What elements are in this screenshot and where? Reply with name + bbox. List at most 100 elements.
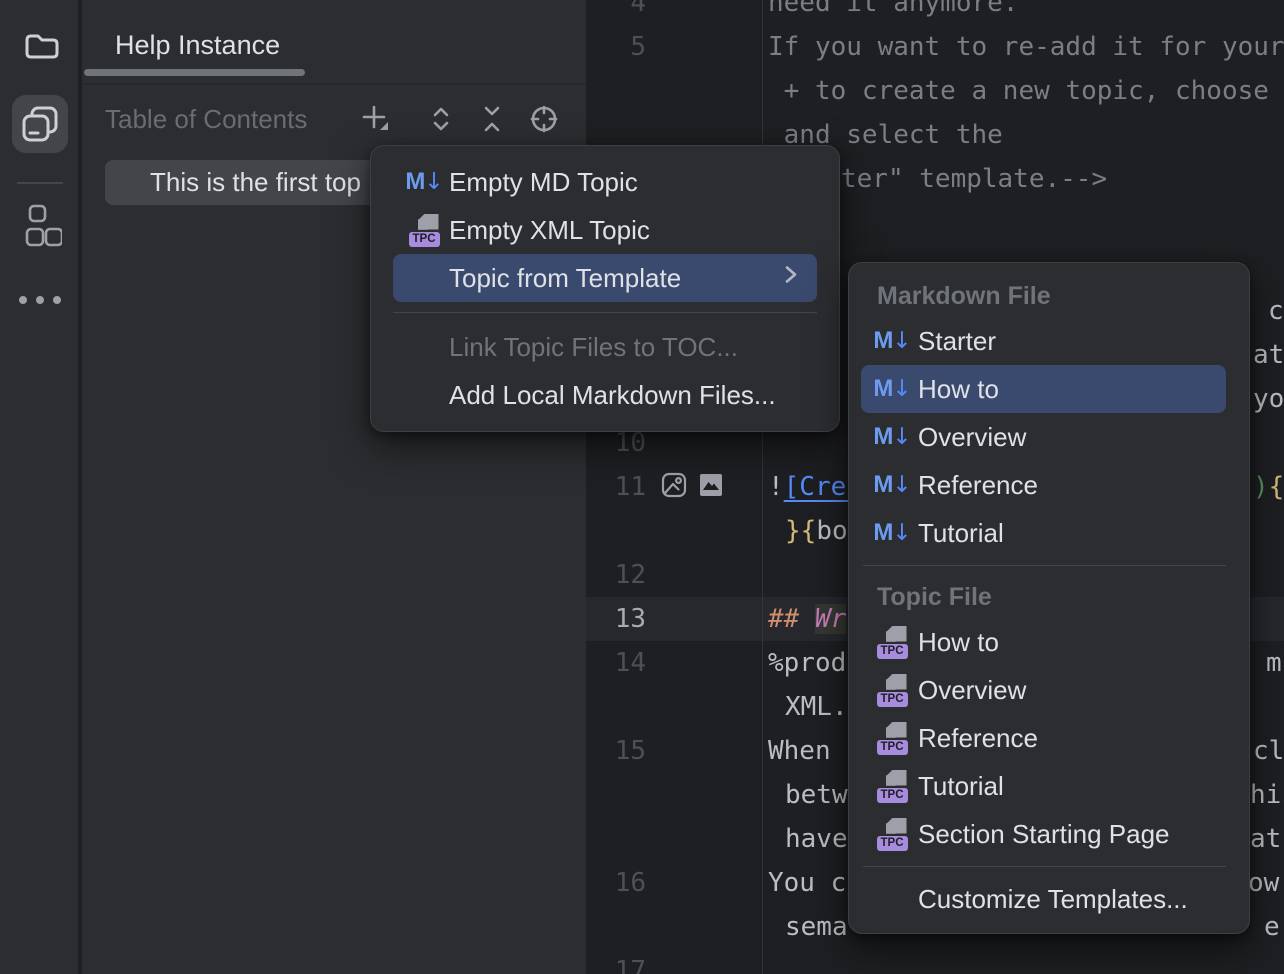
code-text: at <box>1250 817 1281 861</box>
line-number: 15 <box>586 729 646 773</box>
topic-file-icon: TPC <box>877 674 908 707</box>
menu-item-link-topic-files-to-toc[interactable]: Link Topic Files to TOC... <box>393 323 817 371</box>
code-text: have <box>785 817 848 861</box>
menu-item-reference[interactable]: M↓ Reference <box>861 461 1226 509</box>
project-folder-button[interactable] <box>0 26 80 71</box>
file-type-icon: TPC <box>875 722 909 755</box>
instances-icon <box>16 100 64 153</box>
menu-item-reference[interactable]: TPC Reference <box>861 714 1226 762</box>
header-divider <box>82 83 586 85</box>
submenu-arrow-icon <box>783 262 799 295</box>
menu-item-section-starting-page[interactable]: TPC Section Starting Page <box>861 810 1226 858</box>
topic-from-template-submenu: Markdown File M↓ Starter M↓ How to M↓ Ov… <box>848 262 1250 934</box>
code-text: If you want to re-add it for your <box>768 25 1284 69</box>
menu-item-how-to[interactable]: TPC How to <box>861 618 1226 666</box>
code-text: ter" template.--> <box>841 157 1107 201</box>
menu-separator <box>393 312 817 313</box>
markdown-file-icon: M↓ <box>873 471 910 499</box>
code-text: cl <box>1253 729 1284 773</box>
more-tool-windows-button[interactable] <box>0 296 80 304</box>
line-number: 16 <box>586 861 646 905</box>
more-dots-icon <box>19 296 61 304</box>
markdown-file-icon: M↓ <box>873 423 910 451</box>
file-type-icon: M↓ <box>875 519 909 547</box>
instances-tool-button[interactable] <box>0 100 80 153</box>
code-text: ){ <box>1253 465 1284 509</box>
menu-item-topic-from-template[interactable]: Topic from Template <box>393 254 817 302</box>
add-topic-button[interactable] <box>358 103 394 139</box>
expand-all-button[interactable] <box>423 103 459 139</box>
image-filled-icon[interactable] <box>700 474 722 501</box>
markdown-file-icon: M↓ <box>405 168 442 196</box>
code-text: betw <box>785 773 848 817</box>
locate-button[interactable] <box>526 103 562 139</box>
markdown-file-icon: M↓ <box>873 327 910 355</box>
code-text: need it anymore. <box>768 0 1018 25</box>
menu-separator <box>863 565 1226 566</box>
code-text: his <box>1250 773 1284 817</box>
ide-window: Help Instance Table of Contents <box>0 0 1284 974</box>
collapse-chevrons-icon <box>477 104 507 139</box>
line11-gutter-icons <box>661 472 722 503</box>
code-text: + to create a new topic, choose <box>768 69 1284 113</box>
markdown-file-icon: M↓ <box>873 375 910 403</box>
code-text: When <box>768 729 846 773</box>
submenu-section-header: Markdown File <box>849 273 1249 317</box>
code-text: at <box>1253 333 1284 377</box>
menu-item-empty-xml-topic[interactable]: TPC Empty XML Topic <box>393 206 817 254</box>
menu-item-how-to[interactable]: M↓ How to <box>861 365 1226 413</box>
file-type-icon: M↓ <box>875 327 909 355</box>
code-text: ## Wr <box>768 597 846 641</box>
code-text: you <box>1253 377 1284 421</box>
topic-file-icon: TPC <box>877 626 908 659</box>
topic-file-icon: TPC <box>877 722 908 755</box>
toc-tree-item[interactable]: This is the first top <box>105 160 387 205</box>
menu-item-empty-md-topic[interactable]: M↓ Empty MD Topic <box>393 158 817 206</box>
toc-panel-label: Table of Contents <box>105 104 307 135</box>
line-number: 12 <box>586 553 646 597</box>
code-text: m <box>1266 641 1282 685</box>
image-outline-icon[interactable] <box>661 472 687 503</box>
plus-dropdown-icon <box>359 102 393 141</box>
collapse-all-button[interactable] <box>474 103 510 139</box>
file-type-icon: TPC <box>407 214 441 247</box>
file-type-icon: M↓ <box>407 168 441 196</box>
submenu-section-header: Topic File <box>849 574 1249 618</box>
menu-item-add-local-markdown-files[interactable]: Add Local Markdown Files... <box>393 371 817 419</box>
expand-chevrons-icon <box>426 104 456 139</box>
menu-item-tutorial[interactable]: TPC Tutorial <box>861 762 1226 810</box>
line-number: 13 <box>586 597 646 641</box>
structure-tool-button[interactable] <box>0 203 80 256</box>
tool-window-title: Help Instance <box>115 30 280 61</box>
menu-item-customize-templates[interactable]: Customize Templates... <box>861 875 1226 923</box>
line-number: 11 <box>586 465 646 509</box>
code-text: }{bo <box>785 509 848 553</box>
menu-item-overview[interactable]: M↓ Overview <box>861 413 1226 461</box>
code-text: e <box>1264 905 1280 949</box>
line-number: 17 <box>586 949 646 974</box>
menu-separator <box>863 866 1226 867</box>
file-type-icon: M↓ <box>875 423 909 451</box>
code-text: %prod <box>768 641 846 685</box>
topic-file-icon: TPC <box>877 818 908 851</box>
markdown-file-icon: M↓ <box>873 519 910 547</box>
menu-item-starter[interactable]: M↓ Starter <box>861 317 1226 365</box>
structure-icon <box>18 203 62 256</box>
activity-bar <box>0 0 80 974</box>
file-type-icon: TPC <box>875 626 909 659</box>
target-circle-icon <box>528 103 560 140</box>
new-topic-context-menu: M↓ Empty MD Topic TPC Empty XML Topic To… <box>370 145 840 432</box>
menu-item-overview[interactable]: TPC Overview <box>861 666 1226 714</box>
code-text: ow <box>1248 861 1279 905</box>
folder-icon <box>20 26 60 71</box>
line-number: 4 <box>586 0 646 25</box>
line-number: 14 <box>586 641 646 685</box>
line-number: 5 <box>586 25 646 69</box>
topic-file-icon: TPC <box>409 214 440 247</box>
menu-item-tutorial[interactable]: M↓ Tutorial <box>861 509 1226 557</box>
file-type-icon: M↓ <box>875 471 909 499</box>
code-text: You c <box>768 861 846 905</box>
file-type-icon: TPC <box>875 674 909 707</box>
active-tab-underline <box>84 69 305 76</box>
code-text: XML. <box>785 685 848 729</box>
